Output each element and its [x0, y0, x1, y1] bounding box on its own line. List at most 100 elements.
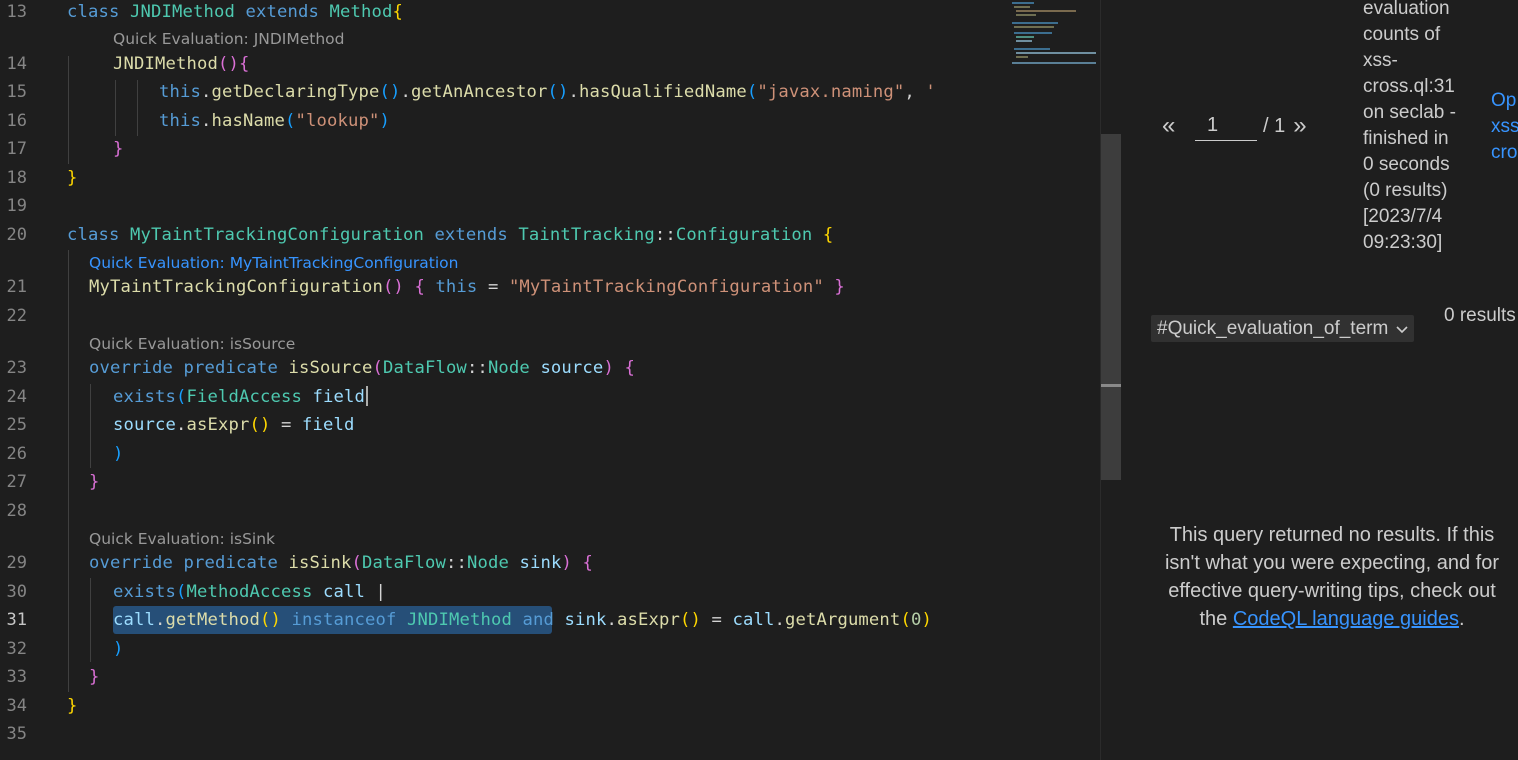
code-line-22[interactable]: 22 — [0, 302, 1006, 330]
line-number: 21 — [6, 277, 27, 297]
line-number: 28 — [6, 501, 27, 521]
code-lens-issource[interactable]: Quick Evaluation: isSource — [89, 332, 295, 356]
minimap-line — [1012, 2, 1034, 4]
code-token: extends — [434, 225, 519, 245]
code-token: this — [159, 111, 201, 131]
code-line-18[interactable]: 18} — [0, 164, 1006, 192]
code-line-28[interactable]: 28 — [0, 497, 1006, 525]
line-number: 33 — [6, 667, 27, 687]
code-line-19[interactable]: 19 — [0, 192, 1006, 220]
code-line-24[interactable]: 24 exists(FieldAccess field — [0, 383, 1006, 411]
minimap-line — [1014, 6, 1030, 8]
next-page-icon[interactable]: » — [1293, 112, 1323, 140]
minimap-line — [1016, 56, 1028, 58]
code-line-20[interactable]: 20 class MyTaintTrackingConfiguration ext… — [0, 221, 1006, 249]
code-token: MyTaintTrackingConfiguration — [130, 225, 435, 245]
code-lens-issink[interactable]: Quick Evaluation: isSink — [89, 527, 275, 551]
prev-page-icon[interactable]: « — [1162, 112, 1192, 140]
page-total: / 1 — [1263, 114, 1286, 137]
code-token: { — [624, 358, 635, 378]
scrollbar-thumb[interactable] — [1101, 134, 1121, 480]
code-line-17[interactable]: 17} — [0, 135, 1006, 163]
code-line-30[interactable]: 30 exists(MethodAccess call | — [0, 578, 1006, 606]
line-number: 26 — [6, 444, 27, 464]
code-token: . — [774, 610, 785, 630]
code-token: . — [176, 415, 187, 435]
code-token: () — [547, 82, 569, 102]
code-line-25[interactable]: 25 source.asExpr() = field — [0, 411, 1006, 439]
code-text: } — [89, 663, 100, 691]
code-token: call — [113, 610, 155, 630]
code-editor[interactable]: 13 class JNDIMethod extends Method{ Quick… — [0, 0, 1006, 760]
codeql-language-guides-link[interactable]: CodeQL language guides — [1233, 608, 1459, 630]
line-number: 29 — [6, 553, 27, 573]
code-token: extends — [245, 2, 330, 22]
code-line-15[interactable]: 15 this.getDeclaringType().getAnAncestor(… — [0, 78, 1006, 106]
code-line-27[interactable]: 27} — [0, 468, 1006, 496]
result-set-select[interactable]: #Quick_evaluation_of_term — [1151, 315, 1415, 342]
code-token: JNDIMethod — [113, 54, 218, 74]
code-token: hasName — [211, 111, 285, 131]
code-token: hasQualifiedName — [578, 82, 747, 102]
code-token: this — [435, 277, 488, 297]
code-token: field — [302, 415, 355, 435]
code-token: ( — [372, 358, 383, 378]
code-text: source.asExpr() = field — [113, 411, 355, 439]
code-line-13[interactable]: 13 class JNDIMethod extends Method{ — [0, 0, 1006, 26]
code-line-29[interactable]: 29 override predicate isSink(DataFlow::No… — [0, 549, 1006, 577]
code-line-34[interactable]: 34} — [0, 692, 1006, 720]
code-token: isSource — [288, 358, 373, 378]
code-text: exists(FieldAccess field — [113, 383, 368, 411]
open-query-link[interactable]: Op xss cro — [1491, 88, 1518, 166]
line-number: 20 — [6, 225, 27, 245]
code-token: FieldAccess — [186, 387, 313, 407]
line-number: 16 — [6, 111, 27, 131]
code-lens-jndimethod[interactable]: Quick Evaluation: JNDIMethod — [113, 27, 345, 51]
code-token: Method — [329, 2, 393, 22]
code-token: () — [382, 277, 415, 297]
code-text: class JNDIMethod extends Method{ — [67, 0, 403, 26]
code-line-26[interactable]: 26) — [0, 440, 1006, 468]
code-token: () — [249, 415, 281, 435]
code-line-33[interactable]: 33} — [0, 663, 1006, 691]
code-token: ) — [113, 444, 124, 464]
code-token: DataFlow — [382, 358, 467, 378]
code-token: = — [281, 415, 302, 435]
code-line-14[interactable]: 14 JNDIMethod(){ — [0, 50, 1006, 78]
code-line-35[interactable]: 35 — [0, 720, 1006, 748]
code-token: source — [113, 415, 176, 435]
code-token: JNDIMethod — [130, 2, 246, 22]
line-number: 23 — [6, 358, 27, 378]
code-line-32[interactable]: 32) — [0, 635, 1006, 663]
code-line-21[interactable]: 21 MyTaintTrackingConfiguration() { this … — [0, 273, 1006, 301]
code-token: } — [67, 696, 78, 716]
page-number-input[interactable] — [1195, 111, 1257, 141]
no-results-message: This query returned no results. If this … — [1152, 521, 1512, 633]
scrollbar-cursor-marker — [1101, 384, 1121, 387]
code-token: call — [322, 582, 376, 602]
code-token: override predicate — [89, 553, 289, 573]
minimap[interactable] — [1006, 0, 1100, 760]
code-line-16[interactable]: 16 this.hasName("lookup") — [0, 107, 1006, 135]
code-token: . — [400, 82, 411, 102]
code-token: call — [732, 610, 775, 630]
code-line-23[interactable]: 23 override predicate isSource(DataFlow::… — [0, 354, 1006, 382]
code-lens-config[interactable]: Quick Evaluation: MyTaintTrackingConfigu… — [89, 251, 459, 275]
code-token: getAnAncestor — [410, 82, 548, 102]
minimap-line — [1012, 22, 1058, 24]
code-token: override predicate — [89, 358, 289, 378]
code-token: 0 — [910, 610, 922, 630]
code-token: MyTaintTrackingConfiguration — [89, 277, 383, 297]
code-token: exists — [113, 582, 176, 602]
code-token: ) — [921, 610, 932, 630]
minimap-line — [1012, 62, 1096, 64]
code-token: ) — [561, 553, 583, 573]
code-token: asExpr — [186, 415, 250, 435]
results-pager: « / 1 » — [1162, 108, 1323, 144]
result-count: 0 results — [1444, 305, 1516, 326]
code-token: { — [822, 225, 834, 245]
code-text: } — [67, 164, 78, 192]
code-line-31[interactable]: 31 call.getMethod() instanceof JNDIMethod… — [0, 606, 1006, 634]
code-token: ( — [746, 82, 758, 102]
line-number: 31 — [6, 610, 27, 630]
